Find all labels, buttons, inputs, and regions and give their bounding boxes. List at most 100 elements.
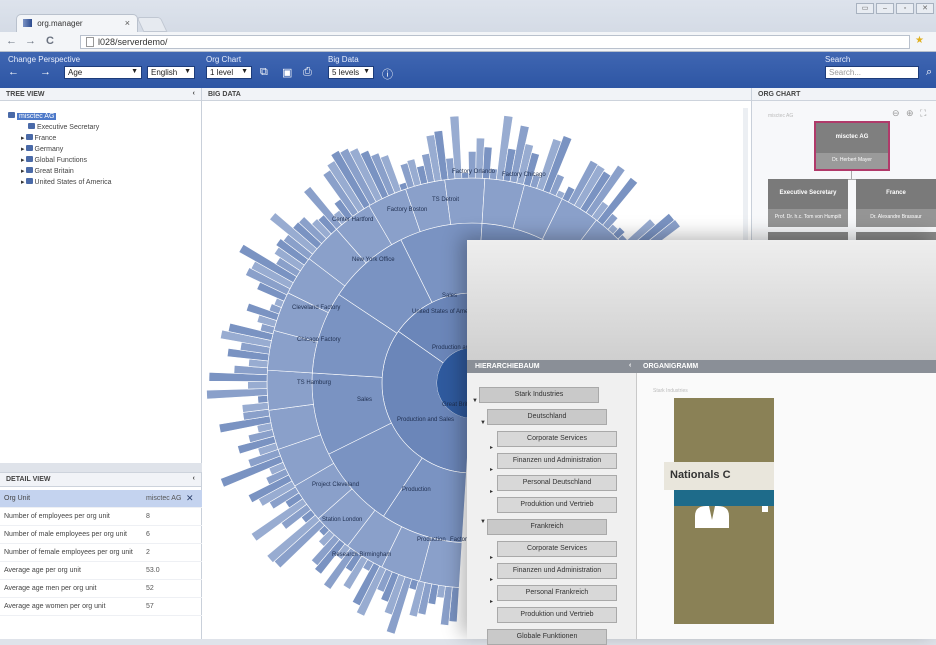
orgchart-node[interactable]: France Dr. Alexandre Brassaur bbox=[856, 179, 936, 227]
copy-icon[interactable]: ⧉ bbox=[260, 66, 268, 79]
orgchart-node-person: Dr. Alexandre Brassaur bbox=[856, 209, 936, 227]
search-label: Search bbox=[825, 55, 851, 64]
orgchart-level-select[interactable]: 1 level ▼ bbox=[206, 66, 252, 79]
back-arrow-icon[interactable]: ← bbox=[8, 66, 19, 78]
tree-node[interactable]: ▸ Germany bbox=[21, 145, 63, 153]
hierarchy-node[interactable]: Finanzen und Administration bbox=[497, 453, 617, 469]
hierarchy-node[interactable]: Finanzen und Administration bbox=[497, 563, 617, 579]
chevron-down-icon: ▼ bbox=[131, 68, 138, 75]
tree-node-root[interactable]: misctec AG bbox=[8, 112, 57, 120]
organigram-card-title: Nationals C bbox=[664, 462, 774, 490]
organigram-title: ORGANIGRAMM bbox=[643, 363, 699, 370]
detail-row: Number of male employees per org unit 6 bbox=[0, 526, 202, 544]
expand-icon[interactable]: ▸ bbox=[21, 135, 25, 142]
tree-node[interactable]: ▸ United States of America bbox=[21, 178, 112, 186]
detail-view-panel: DETAIL VIEW ‹ Org Unit misctec AG ✕ Number … bbox=[0, 472, 202, 639]
connector-line bbox=[851, 171, 852, 179]
close-icon[interactable]: ✕ bbox=[186, 493, 194, 504]
forward-arrow-icon[interactable]: → bbox=[40, 66, 51, 78]
zoom-in-icon[interactable]: ⊕ bbox=[906, 108, 914, 119]
forward-icon[interactable]: → bbox=[25, 35, 36, 47]
tab-close-icon[interactable]: × bbox=[125, 18, 130, 28]
search-input[interactable]: Search... bbox=[825, 66, 919, 79]
save-icon[interactable]: ▣ bbox=[282, 66, 292, 79]
tree-view-panel: TREE VIEW ‹ misctec AG Executive Secretar… bbox=[0, 88, 202, 463]
org-unit-icon bbox=[28, 123, 35, 129]
restore-icon[interactable]: ▭ bbox=[856, 3, 874, 14]
zoom-out-icon[interactable]: ⊖ bbox=[892, 108, 900, 119]
hierarchy-node[interactable]: Produktion und Vertrieb bbox=[497, 497, 617, 513]
hierarchy-node[interactable]: Frankreich bbox=[487, 519, 607, 535]
collapse-icon[interactable]: ‹ bbox=[193, 90, 195, 97]
hierarchy-node[interactable]: Deutschland bbox=[487, 409, 607, 425]
expand-icon[interactable]: ▸ bbox=[490, 598, 493, 605]
orgchart-header: ORG CHART bbox=[752, 88, 936, 101]
hierarchy-node[interactable]: Corporate Services bbox=[497, 541, 617, 557]
expand-icon[interactable]: ▸ bbox=[490, 466, 493, 473]
minimize-icon[interactable]: – bbox=[876, 3, 894, 14]
expand-icon[interactable]: ▸ bbox=[21, 157, 25, 164]
maximize-icon[interactable]: ▫ bbox=[896, 3, 914, 14]
sunburst-segment[interactable] bbox=[266, 369, 314, 411]
collapse-icon[interactable]: ‹ bbox=[629, 362, 631, 369]
bookmark-star-icon[interactable]: ★ bbox=[915, 35, 924, 46]
orgchart-title: ORG CHART bbox=[758, 91, 801, 98]
expand-icon[interactable]: ▼ bbox=[480, 420, 486, 426]
sunburst-segment[interactable] bbox=[247, 381, 268, 390]
hierarchy-title: HIERARCHIEBAUM bbox=[475, 363, 540, 370]
browser-tab[interactable]: org.manager × bbox=[16, 14, 138, 32]
hierarchy-node[interactable]: Globale Funktionen bbox=[487, 629, 607, 645]
hierarchy-node[interactable]: Produktion und Vertrieb bbox=[497, 607, 617, 623]
back-icon[interactable]: ← bbox=[6, 35, 17, 47]
sunburst-label: Sales bbox=[357, 397, 372, 403]
sunburst-label: Production and Sales bbox=[397, 417, 454, 423]
orgchart-node[interactable]: Executive Secretary Prof. Dr. h.c. Tom v… bbox=[768, 179, 848, 227]
sunburst-label: Cleveland Factory bbox=[292, 305, 340, 311]
close-window-icon[interactable]: ✕ bbox=[916, 3, 934, 14]
language-select[interactable]: English ▼ bbox=[147, 66, 195, 79]
orgchart-node-person: Prof. Dr. h.c. Tom von Humpilt bbox=[768, 209, 848, 227]
print-icon[interactable]: ⎙ bbox=[303, 66, 312, 79]
expand-icon[interactable]: ▸ bbox=[490, 444, 493, 451]
detail-view-title: DETAIL VIEW bbox=[6, 476, 51, 483]
tree-node[interactable]: ▸ France bbox=[21, 134, 56, 142]
tree-node[interactable]: ▸ Great Britain bbox=[21, 167, 74, 175]
detail-value: 53.0 bbox=[146, 567, 160, 574]
detail-row-org-unit[interactable]: Org Unit misctec AG ✕ bbox=[0, 490, 202, 508]
app-favicon-icon bbox=[23, 19, 32, 27]
expand-icon[interactable]: ▸ bbox=[490, 554, 493, 561]
tree-view-title: TREE VIEW bbox=[6, 91, 45, 98]
info-icon[interactable]: ⓘ bbox=[382, 66, 393, 82]
expand-icon[interactable]: ▸ bbox=[21, 146, 25, 153]
orgchart-label: Org Chart bbox=[206, 55, 242, 64]
address-bar[interactable]: l028/serverdemo/ bbox=[80, 35, 910, 49]
tree-node[interactable]: Executive Secretary bbox=[28, 123, 99, 131]
expand-icon[interactable]: ▼ bbox=[480, 519, 486, 525]
hierarchy-node[interactable]: Corporate Services bbox=[497, 431, 617, 447]
org-unit-icon bbox=[8, 112, 15, 118]
hierarchy-node[interactable]: Personal Deutschland bbox=[497, 475, 617, 491]
sunburst-segment[interactable] bbox=[257, 395, 269, 404]
expand-icon[interactable]: ▸ bbox=[21, 179, 25, 186]
hierarchy-node[interactable]: Stark Industries bbox=[479, 387, 599, 403]
org-unit-icon bbox=[25, 145, 33, 151]
tree-node[interactable]: ▸ Global Functions bbox=[21, 156, 87, 164]
expand-icon[interactable]: ▸ bbox=[21, 168, 25, 175]
expand-icon[interactable]: ▼ bbox=[472, 398, 478, 404]
detail-value: misctec AG bbox=[146, 495, 182, 502]
perspective-select[interactable]: Age ▼ bbox=[64, 66, 142, 79]
bigdata-levels-select[interactable]: 5 levels ▼ bbox=[328, 66, 374, 79]
expand-icon[interactable]: ▸ bbox=[490, 576, 493, 583]
new-tab-button[interactable] bbox=[136, 17, 168, 32]
sunburst-label: Factory Boston bbox=[387, 207, 427, 213]
collapse-icon[interactable]: ‹ bbox=[193, 475, 195, 482]
fit-screen-icon[interactable]: ⛶ bbox=[920, 108, 926, 119]
orgchart-node-top[interactable]: misctec AG Dr. Herbert Mayer bbox=[814, 121, 890, 171]
reload-icon[interactable]: C bbox=[46, 35, 54, 47]
organigram-card[interactable] bbox=[674, 398, 774, 624]
search-icon[interactable]: ⌕ bbox=[926, 66, 932, 79]
hierarchy-node[interactable]: Personal Frankreich bbox=[497, 585, 617, 601]
page-icon bbox=[86, 37, 94, 47]
sunburst-label: New York Office bbox=[352, 257, 395, 263]
expand-icon[interactable]: ▸ bbox=[490, 488, 493, 495]
